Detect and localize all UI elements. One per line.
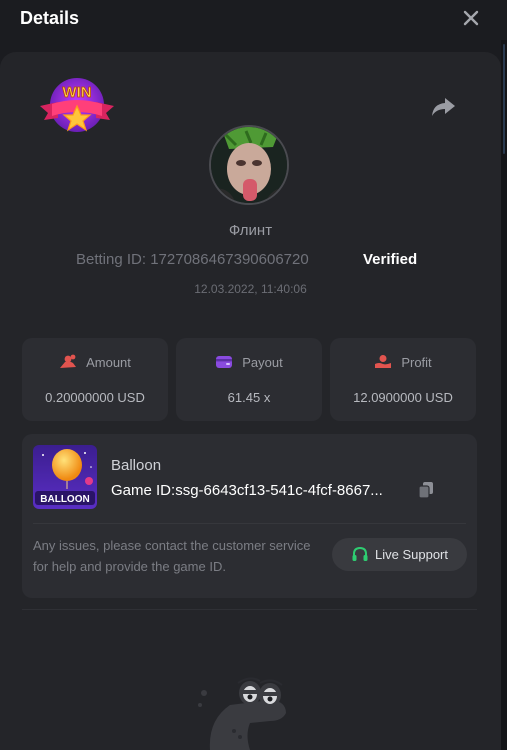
dialog-title: Details [20, 8, 80, 28]
balloon-game-image: BALLOON [33, 445, 97, 509]
amount-value: 0.20000000 USD [45, 390, 145, 405]
divider [33, 523, 466, 524]
profit-card: Profit 12.0900000 USD [330, 338, 476, 421]
betting-id: Betting ID: 1727086467390606720 [76, 251, 309, 268]
username: Флинт [228, 222, 273, 239]
live-support-button[interactable]: Live Support [332, 538, 467, 571]
headset-icon [352, 546, 368, 561]
avatar [209, 125, 289, 205]
game-id-label: Game ID: [111, 482, 176, 499]
wallet-icon [216, 356, 233, 368]
svg-text:WIN: WIN [62, 84, 91, 101]
payout-card: Payout 61.45 x [176, 338, 322, 421]
game-id-value: ssg-6643cf13-541c-4fcf-8667... [175, 482, 383, 499]
copy-icon[interactable] [418, 481, 434, 499]
payout-header: Payout [176, 354, 322, 370]
betting-id-value: 1727086467390606720 [150, 251, 309, 268]
amount-card: Amount 0.20000000 USD [22, 338, 168, 421]
amount-header: Amount [22, 354, 168, 370]
section-divider [22, 609, 477, 610]
bet-datetime: 12.03.2022, 11:40:06 [194, 282, 307, 296]
game-id: Game ID:ssg-6643cf13-541c-4fcf-8667... [111, 482, 383, 499]
svg-text:BALLOON: BALLOON [40, 494, 89, 505]
betting-id-label: Betting ID: [76, 251, 151, 268]
payout-value: 61.45 x [227, 390, 271, 405]
scrollbar[interactable] [501, 40, 507, 750]
game-name: Balloon [111, 457, 162, 474]
game-card: BALLOON Balloon Game ID:ssg-6643cf13-541… [22, 434, 477, 598]
profit-label: Profit [401, 354, 432, 370]
coins-icon [60, 354, 77, 368]
crocodile-mascot-icon [198, 677, 286, 750]
close-icon[interactable] [461, 8, 481, 28]
share-icon[interactable] [430, 96, 456, 118]
hand-coin-icon [375, 355, 392, 368]
support-notice: Any issues, please contact the customer … [33, 538, 311, 574]
profit-value: 12.0900000 USD [353, 390, 453, 405]
game-thumbnail[interactable]: BALLOON [33, 445, 97, 509]
profit-header: Profit [330, 354, 476, 370]
verified-badge: Verified [363, 251, 418, 268]
amount-label: Amount [86, 354, 131, 370]
live-support-label: Live Support [375, 547, 448, 562]
dialog-header: Details [0, 0, 507, 40]
win-badge-icon: WIN [40, 78, 114, 132]
payout-label: Payout [242, 354, 283, 370]
